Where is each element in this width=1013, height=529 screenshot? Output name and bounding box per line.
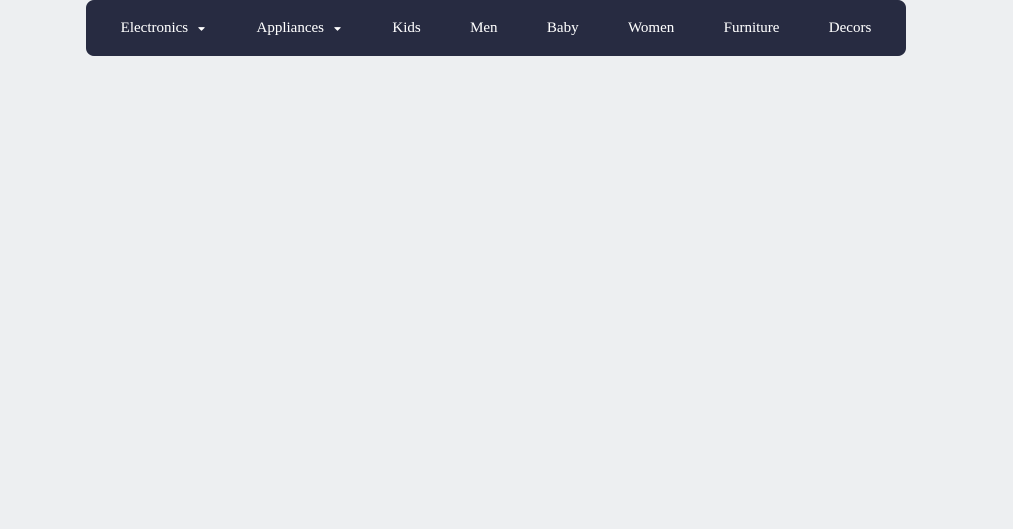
nav-item-label: Electronics <box>121 20 188 37</box>
nav-item-label: Furniture <box>724 20 780 37</box>
nav-item-appliances[interactable]: Appliances <box>249 20 351 37</box>
nav-item-electronics[interactable]: Electronics <box>113 20 215 37</box>
nav-item-label: Decors <box>829 20 871 37</box>
nav-item-label: Appliances <box>257 20 324 37</box>
chevron-down-icon <box>332 23 343 34</box>
nav-item-label: Women <box>628 20 674 37</box>
nav-item-label: Men <box>470 20 498 37</box>
chevron-down-icon <box>196 23 207 34</box>
category-navbar: Electronics Appliances Kids Men Baby Wom… <box>86 0 906 56</box>
nav-item-baby[interactable]: Baby <box>539 20 587 37</box>
nav-item-decors[interactable]: Decors <box>821 20 879 37</box>
nav-item-label: Baby <box>547 20 579 37</box>
nav-item-furniture[interactable]: Furniture <box>716 20 788 37</box>
nav-item-kids[interactable]: Kids <box>384 20 428 37</box>
nav-item-label: Kids <box>392 20 420 37</box>
nav-item-men[interactable]: Men <box>462 20 506 37</box>
nav-item-women[interactable]: Women <box>620 20 682 37</box>
